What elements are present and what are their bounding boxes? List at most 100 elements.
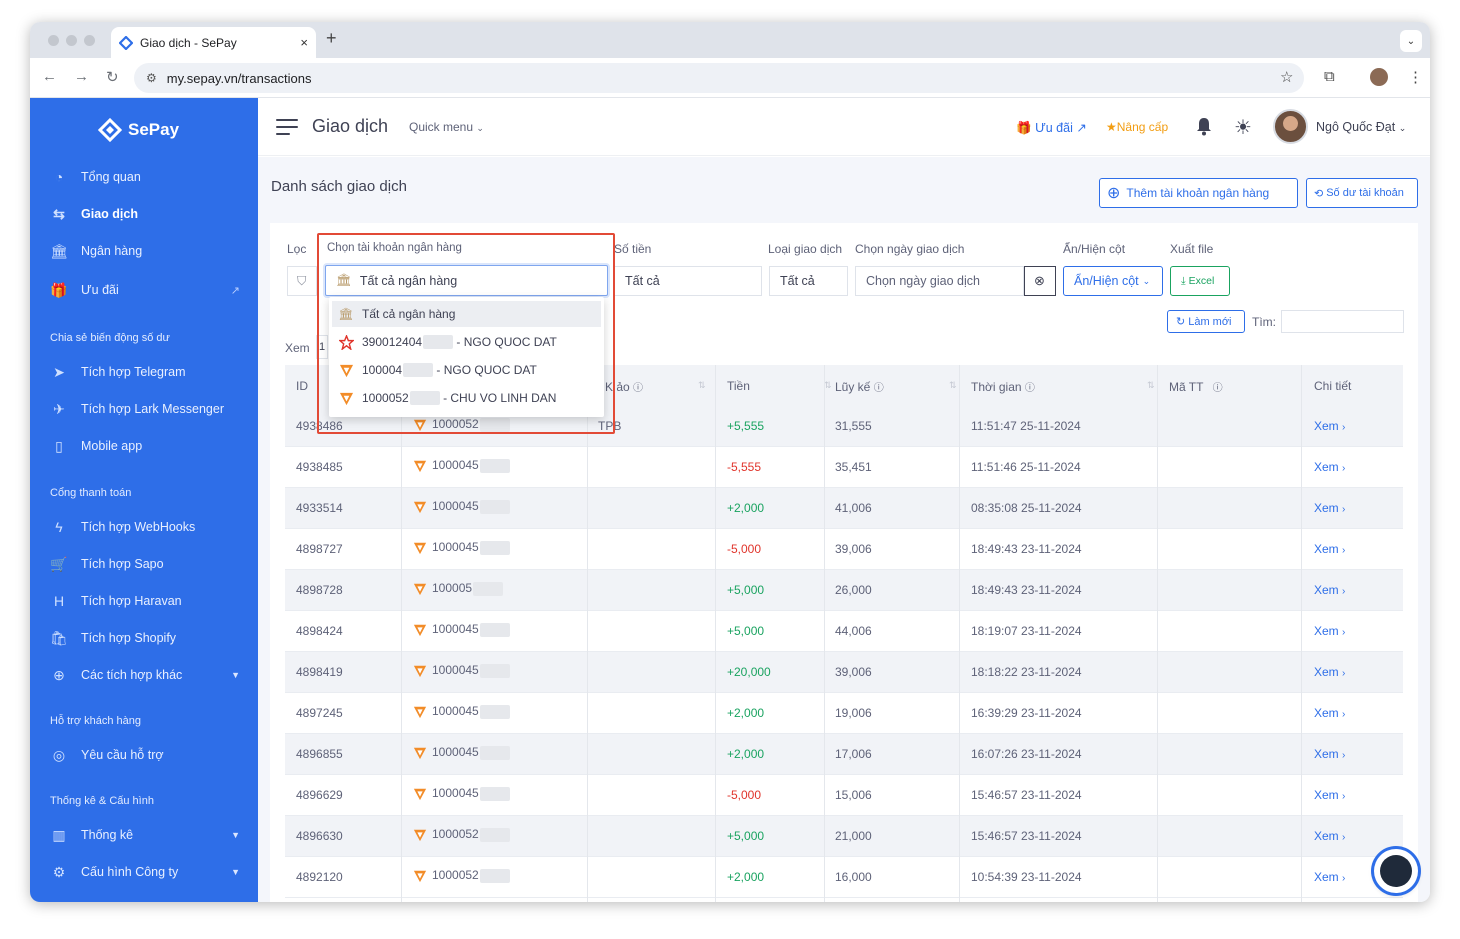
browser-tab[interactable]: Giao dịch - SePay × [111, 27, 316, 58]
sidebar-item-mobile-app[interactable]: ▯ Mobile app [50, 437, 240, 455]
sidebar-item-shopify[interactable]: 🛍 Tích hợp Shopify [50, 629, 240, 647]
date-picker-input[interactable]: Chọn ngày giao dịch [855, 266, 1024, 296]
sidebar-item-haravan[interactable]: H Tích hợp Haravan [50, 592, 240, 610]
menu-toggle-icon[interactable] [276, 119, 298, 140]
user-menu[interactable]: Ngô Quốc Đạt ⌄ [1316, 120, 1406, 134]
upgrade-link[interactable]: ★Nâng cấp [1106, 120, 1168, 134]
cell-account: 1000052 [413, 868, 510, 883]
user-avatar[interactable] [1273, 109, 1308, 144]
masked-digits [423, 335, 454, 349]
sidebar-item-overview[interactable]: ◔ Tổng quan [50, 168, 240, 186]
tpbank-icon [413, 583, 427, 595]
col-time[interactable]: Thời gian ⓘ [971, 379, 1035, 394]
clear-date-icon[interactable]: ⊗ [1024, 266, 1056, 296]
page-title: Giao dịch [312, 116, 389, 136]
table-row: 4933514 1000045 +2,000 41,006 08:35:08 25-11… [285, 488, 1403, 529]
extensions-icon[interactable]: ⧉ [1324, 68, 1335, 85]
transaction-type-select[interactable]: Tất cả [769, 266, 848, 296]
sidebar-item-sapo[interactable]: 🛒 Tích hợp Sapo [50, 555, 240, 573]
bank-option[interactable]: 390012404 - NGO QUOC DAT [332, 329, 601, 355]
view-detail-link[interactable]: Xem › [1314, 706, 1345, 720]
offers-label: Ưu đãi [1035, 121, 1073, 135]
cell-cumulative: 21,000 [835, 829, 872, 843]
sidebar-item-lark[interactable]: ✈ Tích hợp Lark Messenger [50, 400, 240, 418]
view-detail-link[interactable]: Xem › [1314, 542, 1345, 556]
refresh-button[interactable]: ↻ Làm mới [1167, 310, 1245, 333]
sidebar-item-label: Thống kê [81, 828, 134, 842]
profile-avatar[interactable] [1370, 68, 1388, 86]
quick-menu-dropdown[interactable]: Quick menu ⌄ [409, 120, 484, 134]
window-controls[interactable] [48, 35, 95, 46]
bank-option[interactable]: 1000052 - CHU VO LINH DAN [332, 385, 601, 411]
forward-icon[interactable]: → [74, 68, 89, 85]
more-menu-icon[interactable]: ⋮ [1408, 68, 1423, 86]
sidebar-item-company-config[interactable]: ⚙ Cấu hình Công ty ▼ [50, 863, 240, 881]
brand-logo[interactable]: SePay [98, 118, 179, 142]
bank-option[interactable]: 100004 - NGO QUOC DAT [332, 357, 601, 383]
theme-toggle-icon[interactable]: ☀ [1234, 115, 1252, 140]
table-row: 4897245 1000045 +2,000 19,006 16:39:29 23-11… [285, 693, 1403, 734]
sidebar-item-telegram[interactable]: ➤ Tích hợp Telegram [50, 363, 240, 381]
amount-select[interactable]: Tất cả [614, 266, 762, 296]
bell-icon[interactable] [1195, 116, 1213, 136]
sidebar-item-transactions[interactable]: ⇆ Giao dịch [50, 205, 240, 223]
account-balance-button[interactable]: ⟲ Số dư tài khoản [1306, 178, 1418, 208]
view-detail-link[interactable]: Xem › [1314, 747, 1345, 761]
sidebar-item-other-integrations[interactable]: ⊕ Các tích hợp khác ▼ [50, 666, 240, 684]
sidebar-item-offers[interactable]: 🎁 Ưu đãi ↗ [50, 281, 240, 299]
tab-title: Giao dịch - SePay [140, 35, 237, 50]
col-payment-code[interactable]: Mã TT ⓘ [1169, 379, 1223, 394]
tab-search-icon[interactable]: ⌄ [1400, 30, 1422, 52]
export-excel-button[interactable]: ⤓ Excel [1170, 266, 1230, 296]
chat-widget-button[interactable] [1374, 849, 1418, 893]
account-number: 1000045 [432, 458, 479, 472]
address-bar[interactable]: ⚙ my.sepay.vn/transactions [134, 63, 1304, 93]
cell-time: 16:07:26 23-11-2024 [971, 747, 1082, 761]
view-detail-link[interactable]: Xem › [1314, 624, 1345, 638]
sidebar-section-support: Hỗ trợ khách hàng [50, 715, 141, 727]
reload-icon[interactable]: ↻ [106, 68, 119, 86]
add-bank-account-button[interactable]: ⊕ Thêm tài khoản ngân hàng [1099, 178, 1298, 208]
sort-icon[interactable]: ⇅ [824, 380, 832, 391]
col-cumulative[interactable]: Lũy kế ⓘ [835, 379, 884, 394]
view-detail-link[interactable]: Xem › [1314, 829, 1345, 843]
cell-time: 18:49:43 23-11-2024 [971, 542, 1082, 556]
bank-select[interactable]: 🏛 Tất cả ngân hàng [325, 265, 608, 296]
button-label: Làm mới [1188, 315, 1232, 328]
quick-menu-label: Quick menu [409, 120, 474, 134]
sidebar-item-webhooks[interactable]: ϟ Tích hợp WebHooks [50, 518, 240, 536]
view-detail-link[interactable]: Xem › [1314, 870, 1345, 884]
filter-button[interactable]: ⛉ [287, 266, 317, 296]
view-detail-link[interactable]: Xem › [1314, 419, 1345, 433]
search-input[interactable] [1281, 310, 1404, 333]
column-divider [824, 365, 825, 902]
show-entries-label: Xem [285, 341, 310, 355]
sidebar-item-support-request[interactable]: ◎ Yêu cầu hỗ trợ [50, 746, 240, 764]
view-detail-link[interactable]: Xem › [1314, 788, 1345, 802]
cell-account: 1000045 [413, 786, 510, 801]
sidebar-item-label: Yêu cầu hỗ trợ [81, 748, 164, 762]
view-detail-link[interactable]: Xem › [1314, 460, 1345, 474]
view-detail-link[interactable]: Xem › [1314, 665, 1345, 679]
view-detail-link[interactable]: Xem › [1314, 583, 1345, 597]
offers-link[interactable]: 🎁 Ưu đãi ↗ [1016, 120, 1087, 136]
bank-option-all[interactable]: 🏛 Tất cả ngân hàng [332, 301, 601, 327]
sort-icon[interactable]: ⇅ [949, 380, 957, 391]
option-label: Tất cả ngân hàng [362, 307, 456, 321]
new-tab-button[interactable]: + [326, 28, 337, 49]
cell-id: 4898728 [296, 583, 343, 597]
back-icon[interactable]: ← [42, 68, 57, 85]
tab-close-icon[interactable]: × [300, 35, 308, 50]
sort-icon[interactable]: ⇅ [698, 380, 706, 391]
chevron-right-icon: › [1342, 668, 1346, 679]
site-info-icon[interactable]: ⚙ [146, 71, 157, 85]
sidebar-item-statistics[interactable]: ▥ Thống kê ▼ [50, 826, 240, 844]
bookmark-star-icon[interactable]: ☆ [1280, 68, 1293, 86]
view-detail-link[interactable]: Xem › [1314, 501, 1345, 515]
tpbank-icon [413, 665, 427, 677]
toggle-columns-button[interactable]: Ẩn/Hiện cột ⌄ [1063, 266, 1163, 296]
col-amount[interactable]: Tiền [727, 379, 750, 393]
col-id[interactable]: ID [296, 379, 308, 393]
sort-icon[interactable]: ⇅ [1147, 380, 1155, 391]
sidebar-item-banks[interactable]: 🏛 Ngân hàng [50, 242, 240, 260]
